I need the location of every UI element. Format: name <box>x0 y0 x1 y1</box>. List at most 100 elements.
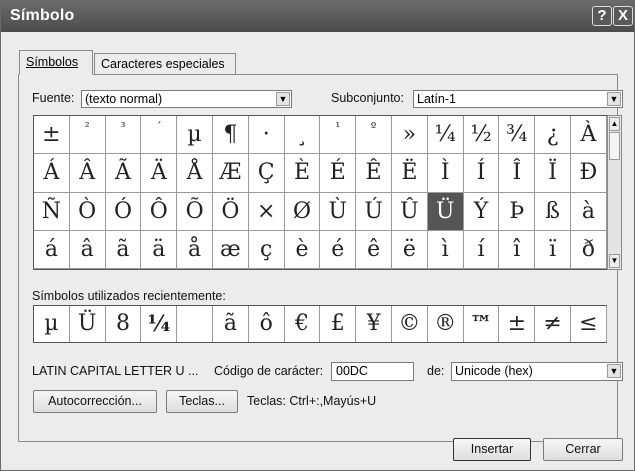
symbol-cell[interactable]: æ <box>213 230 249 270</box>
symbol-cell[interactable]: Ñ <box>34 192 70 231</box>
symbol-cell[interactable]: î <box>499 230 536 270</box>
symbol-cell[interactable]: ì <box>427 230 464 270</box>
symbol-cell[interactable]: Ü <box>427 192 464 231</box>
recent-symbol-cell[interactable]: £ <box>320 306 357 342</box>
symbol-cell[interactable]: É <box>320 154 357 193</box>
symbol-cell[interactable]: × <box>248 192 285 231</box>
symbol-cell[interactable]: µ <box>177 116 213 155</box>
symbol-cell[interactable]: ³ <box>105 116 142 155</box>
font-select[interactable]: (texto normal) ▼ <box>81 90 292 108</box>
symbol-cell[interactable]: Î <box>499 154 536 193</box>
symbol-cell[interactable]: Ð <box>571 154 607 193</box>
recent-symbol-cell[interactable]: € <box>285 306 321 342</box>
subset-select[interactable]: Latín-1 ▼ <box>413 90 623 108</box>
scroll-down-icon[interactable]: ▼ <box>609 254 620 268</box>
symbol-cell[interactable]: ± <box>34 116 70 155</box>
symbol-cell[interactable]: À <box>571 116 607 155</box>
symbol-cell[interactable]: º <box>356 116 392 155</box>
symbol-cell[interactable]: ² <box>69 116 106 155</box>
symbol-cell[interactable]: ë <box>392 230 428 270</box>
character-name: LATIN CAPITAL LETTER U ... <box>32 364 199 378</box>
scroll-up-icon[interactable]: ▲ <box>609 117 620 131</box>
recent-symbol-cell[interactable]: ã <box>213 306 249 342</box>
scroll-thumb[interactable] <box>609 132 620 160</box>
symbol-cell[interactable]: Û <box>392 192 428 231</box>
symbol-cell[interactable]: ê <box>356 230 392 270</box>
recent-symbol-cell[interactable]: © <box>392 306 428 342</box>
symbol-cell[interactable]: Ô <box>141 192 178 231</box>
recent-symbol-cell[interactable]: Ü <box>70 306 106 342</box>
subset-label: Subconjunto: <box>331 91 404 105</box>
symbol-cell[interactable]: Ä <box>141 154 178 193</box>
close-window-button[interactable]: X <box>613 6 633 26</box>
symbol-cell[interactable]: » <box>392 116 428 155</box>
symbol-cell[interactable]: Ö <box>213 192 249 231</box>
recent-symbol-cell[interactable]: ≤ <box>571 306 607 342</box>
recent-symbol-cell[interactable]: ô <box>249 306 285 342</box>
symbol-cell[interactable]: ¿ <box>535 116 571 155</box>
shortcut-key-button[interactable]: Teclas... <box>166 390 238 413</box>
symbol-grid-scrollbar[interactable]: ▲ ▼ <box>607 115 622 270</box>
symbol-cell[interactable]: Æ <box>213 154 249 193</box>
recent-symbol-cell[interactable]: ¥ <box>356 306 392 342</box>
symbol-cell[interactable]: ¾ <box>499 116 536 155</box>
recent-symbol-cell[interactable]: ® <box>428 306 464 342</box>
symbol-cell[interactable]: Ý <box>463 192 500 231</box>
tab-special-characters[interactable]: Caracteres especiales <box>94 53 236 75</box>
symbol-cell[interactable]: Ê <box>356 154 392 193</box>
symbol-cell[interactable]: Ì <box>427 154 464 193</box>
symbol-cell[interactable]: Å <box>177 154 213 193</box>
code-from-select[interactable]: Unicode (hex) ▼ <box>451 362 623 381</box>
symbol-cell[interactable]: ð <box>571 230 607 270</box>
symbol-cell[interactable]: ´ <box>141 116 178 155</box>
recent-symbol-cell[interactable]: ™ <box>464 306 500 342</box>
recent-symbol-cell[interactable]: ¼ <box>141 306 178 342</box>
symbol-cell[interactable]: Í <box>463 154 500 193</box>
symbol-cell[interactable]: ¸ <box>284 116 321 155</box>
symbol-cell[interactable]: ¹ <box>320 116 357 155</box>
symbol-cell[interactable]: ã <box>105 230 142 270</box>
symbol-cell[interactable]: ¼ <box>427 116 464 155</box>
symbol-cell[interactable]: Þ <box>499 192 536 231</box>
close-button[interactable]: Cerrar <box>543 438 623 461</box>
symbol-cell[interactable]: Ù <box>320 192 357 231</box>
symbol-cell[interactable]: ä <box>141 230 178 270</box>
symbol-cell[interactable]: ¶ <box>213 116 249 155</box>
help-button[interactable]: ? <box>592 6 612 26</box>
symbol-cell[interactable]: Ï <box>535 154 571 193</box>
symbol-cell[interactable]: ç <box>248 230 285 270</box>
insert-button[interactable]: Insertar <box>453 438 531 461</box>
symbol-cell[interactable]: è <box>284 230 321 270</box>
symbol-cell[interactable]: á <box>34 230 70 270</box>
symbol-dialog: Símbolo ? X Símbolos Caracteres especial… <box>0 0 635 471</box>
symbol-cell[interactable]: â <box>69 230 106 270</box>
symbol-cell[interactable]: È <box>284 154 321 193</box>
recent-symbol-cell[interactable] <box>177 306 213 342</box>
symbol-cell[interactable]: í <box>463 230 500 270</box>
recent-symbol-cell[interactable]: ± <box>499 306 536 342</box>
recent-symbol-cell[interactable]: µ <box>34 306 70 342</box>
character-code-input[interactable]: 00DC <box>331 362 414 381</box>
symbol-cell[interactable]: å <box>177 230 213 270</box>
recent-symbol-cell[interactable]: ≠ <box>535 306 571 342</box>
symbol-cell[interactable]: Ã <box>105 154 142 193</box>
symbol-cell[interactable]: Ç <box>248 154 285 193</box>
symbol-cell[interactable]: Á <box>34 154 70 193</box>
symbol-cell[interactable]: Õ <box>177 192 213 231</box>
autocorrect-button[interactable]: Autocorrección... <box>33 390 157 413</box>
tab-symbols[interactable]: Símbolos <box>19 50 93 75</box>
symbol-cell[interactable]: ß <box>535 192 571 231</box>
symbol-cell[interactable]: Ø <box>284 192 321 231</box>
symbol-cell[interactable]: ½ <box>463 116 500 155</box>
symbol-cell[interactable]: Ò <box>69 192 106 231</box>
symbol-cell[interactable]: é <box>320 230 357 270</box>
symbol-cell[interactable]: Ë <box>392 154 428 193</box>
recent-symbol-cell[interactable]: 8 <box>106 306 142 342</box>
symbol-cell[interactable]: Â <box>69 154 106 193</box>
symbol-cell[interactable]: Ú <box>356 192 392 231</box>
symbol-cell[interactable]: Ó <box>105 192 142 231</box>
symbol-cell[interactable]: ï <box>535 230 571 270</box>
symbol-cell[interactable]: à <box>571 192 607 231</box>
symbol-cell[interactable]: · <box>248 116 285 155</box>
subset-select-value: Latín-1 <box>417 92 456 106</box>
